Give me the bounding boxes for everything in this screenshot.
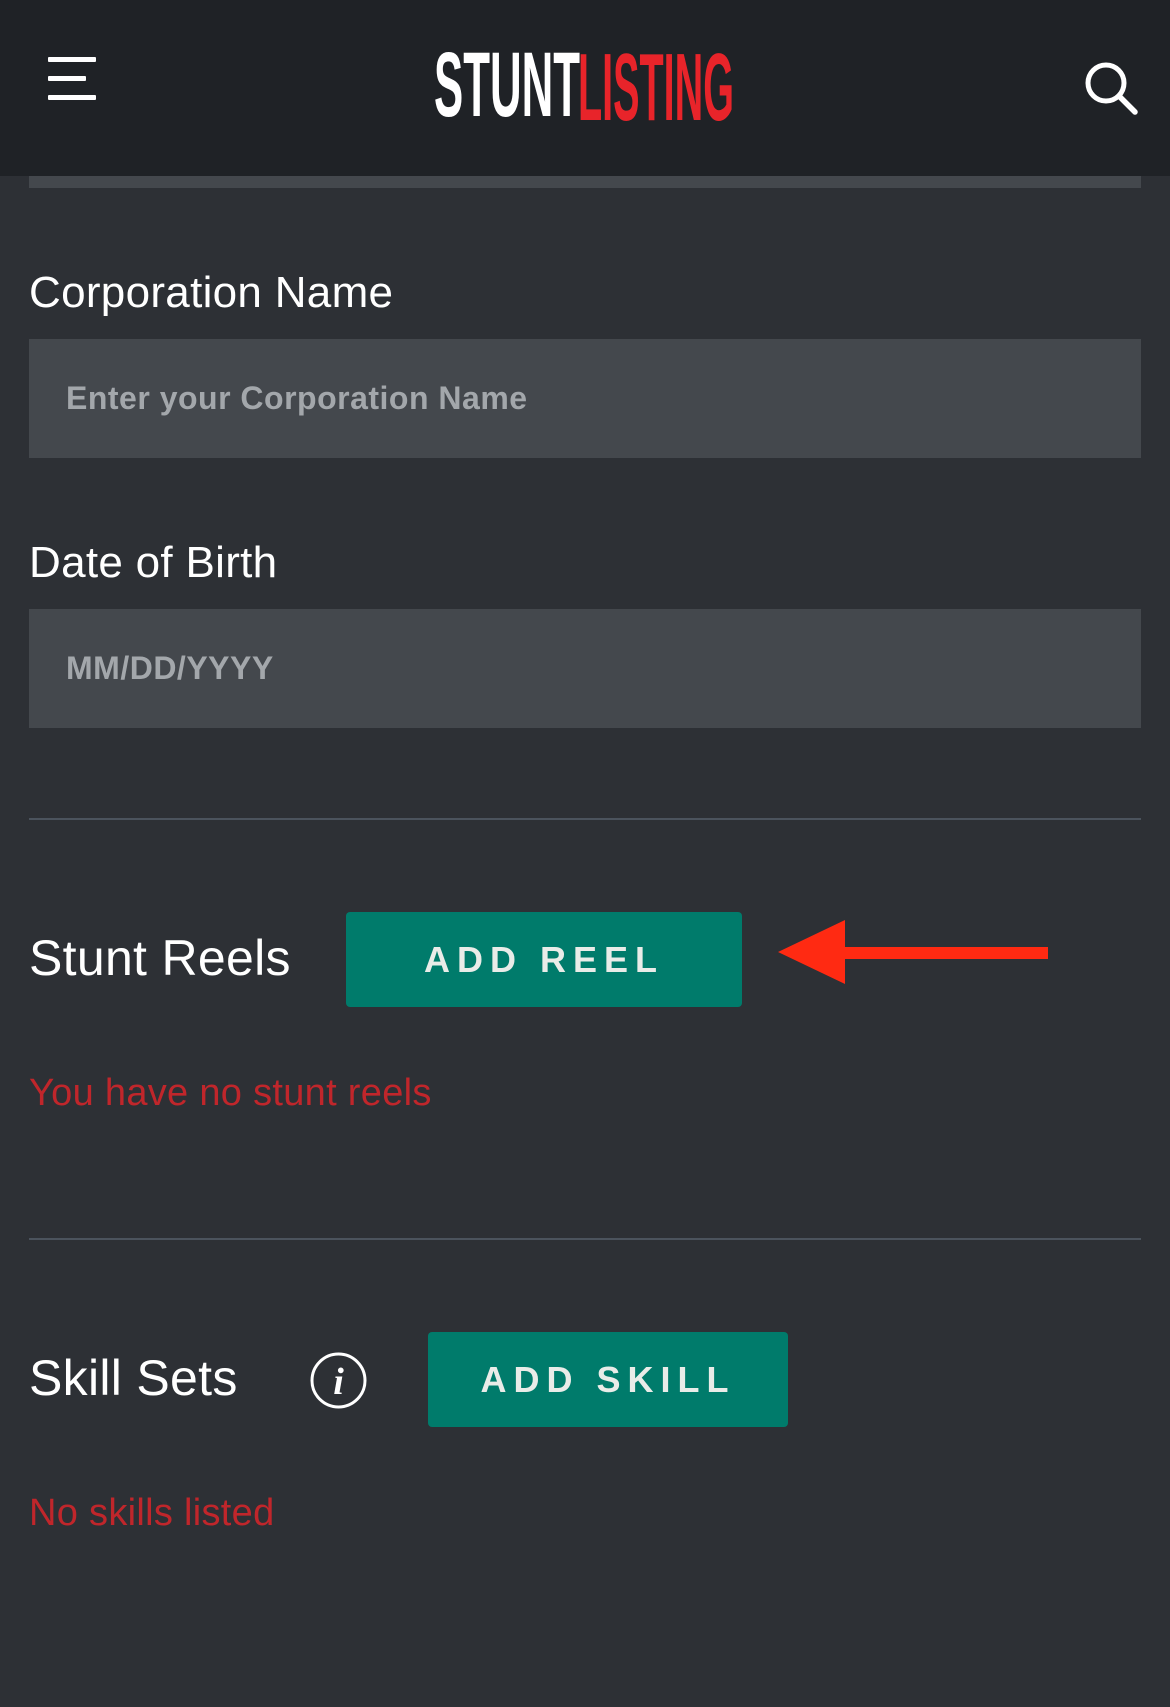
- add-reel-button[interactable]: ADD REEL: [346, 912, 742, 1007]
- stunt-reels-heading: Stunt Reels: [29, 930, 291, 986]
- corporation-name-label: Corporation Name: [29, 268, 394, 317]
- add-skill-button[interactable]: ADD SKILL: [428, 1332, 788, 1427]
- hamburger-menu-icon[interactable]: [48, 57, 96, 101]
- skill-sets-heading: Skill Sets: [29, 1350, 238, 1406]
- section-divider: [29, 1238, 1141, 1240]
- stuntlisting-logo[interactable]: STUNT LISTING: [434, 28, 736, 132]
- date-of-birth-label: Date of Birth: [29, 538, 278, 587]
- search-icon[interactable]: [1083, 60, 1139, 116]
- corporation-name-input[interactable]: [29, 339, 1141, 458]
- no-skills-message: No skills listed: [29, 1492, 275, 1534]
- logo-text-stunt: STUNT: [434, 34, 580, 132]
- no-stunt-reels-message: You have no stunt reels: [29, 1072, 432, 1114]
- previous-input-field-edge: [29, 176, 1141, 188]
- logo-text-listing: LISTING: [578, 34, 734, 132]
- top-navigation-bar: STUNT LISTING: [0, 0, 1170, 176]
- arrow-left-icon: [778, 920, 1048, 984]
- section-divider: [29, 818, 1141, 820]
- date-of-birth-input[interactable]: [29, 609, 1141, 728]
- info-icon[interactable]: i: [309, 1351, 368, 1410]
- svg-text:i: i: [333, 1361, 344, 1403]
